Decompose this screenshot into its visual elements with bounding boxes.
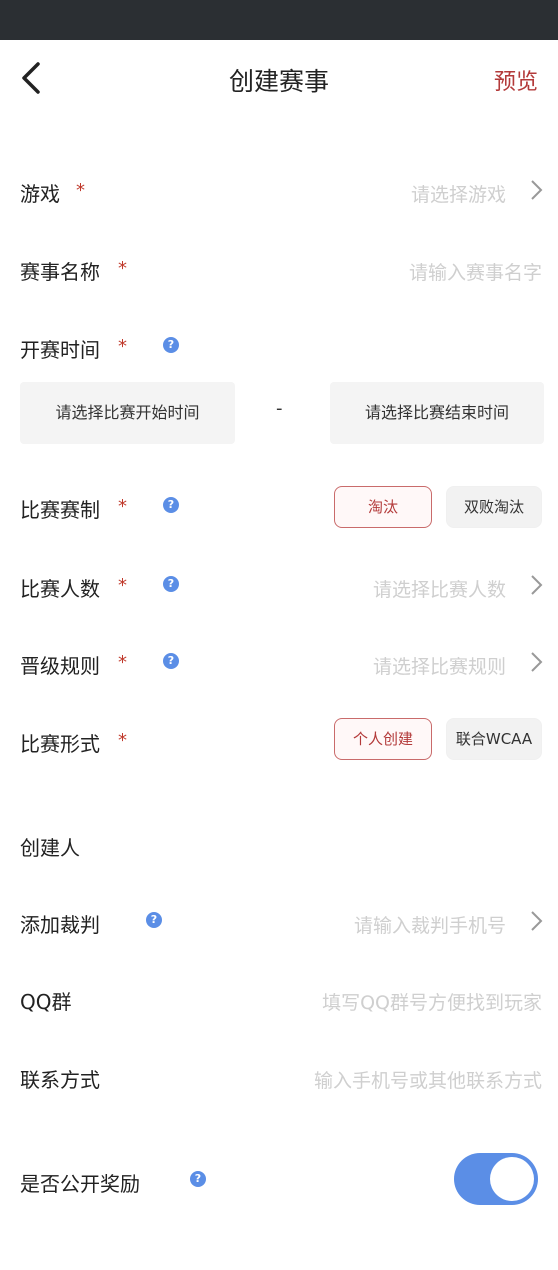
game-row[interactable]: 游戏 * 请选择游戏 [0,164,558,220]
required-star: * [118,258,127,279]
mode-label: 比赛形式 [20,732,100,756]
required-star: * [118,496,127,517]
contact-label: 联系方式 [20,1068,100,1092]
mode-option-personal[interactable]: 个人创建 [334,718,432,760]
advance-rule-select[interactable]: 请选择比赛规则 [373,652,506,679]
event-name-row: 赛事名称 * 请输入赛事名字 [0,242,558,298]
required-star: * [118,575,127,596]
qq-group-row: QQ群 填写QQ群号方便找到玩家 [0,972,558,1028]
advance-rule-label: 晋级规则 [20,654,100,678]
mode-option-wcaa[interactable]: 联合WCAA [446,718,542,760]
event-name-label: 赛事名称 [20,260,100,284]
public-reward-toggle[interactable] [454,1153,538,1205]
qq-group-label: QQ群 [20,990,72,1014]
required-star: * [76,180,85,201]
help-icon[interactable]: ? [163,337,179,353]
players-row[interactable]: 比赛人数 * ? 请选择比赛人数 [0,559,558,615]
game-select[interactable]: 请选择游戏 [411,180,506,207]
game-label: 游戏 [20,182,60,206]
referee-input[interactable]: 请输入裁判手机号 [354,911,506,938]
format-option-elimination[interactable]: 淘汰 [334,486,432,528]
players-label: 比赛人数 [20,577,100,601]
event-name-input[interactable]: 请输入赛事名字 [409,258,542,285]
chevron-right-icon [528,178,544,202]
preview-button[interactable]: 预览 [494,64,538,96]
qq-group-input[interactable]: 填写QQ群号方便找到玩家 [322,988,542,1015]
creator-row: 创建人 [0,818,558,874]
page-title: 创建赛事 [228,67,329,96]
format-option-double-elimination[interactable]: 双败淘汰 [446,486,542,528]
referee-row[interactable]: 添加裁判 ? 请输入裁判手机号 [0,895,558,951]
chevron-right-icon [528,909,544,933]
status-bar [0,0,558,40]
end-time-picker[interactable]: 请选择比赛结束时间 [330,382,544,444]
start-time-row: 开赛时间 * ? [0,320,558,376]
start-time-label: 开赛时间 [20,338,100,362]
help-icon[interactable]: ? [190,1171,206,1187]
toggle-knob [490,1157,534,1201]
contact-row: 联系方式 输入手机号或其他联系方式 [0,1050,558,1106]
help-icon[interactable]: ? [163,576,179,592]
creator-label: 创建人 [20,836,80,860]
referee-label: 添加裁判 [20,913,100,937]
advance-rule-row[interactable]: 晋级规则 * ? 请选择比赛规则 [0,636,558,692]
nav-bar: 创建赛事 预览 [0,40,558,120]
help-icon[interactable]: ? [146,912,162,928]
chevron-right-icon [528,573,544,597]
format-label: 比赛赛制 [20,498,100,522]
public-reward-label: 是否公开奖励 [20,1172,140,1196]
required-star: * [118,730,127,751]
start-time-picker[interactable]: 请选择比赛开始时间 [20,382,235,444]
help-icon[interactable]: ? [163,497,179,513]
help-icon[interactable]: ? [163,653,179,669]
contact-input[interactable]: 输入手机号或其他联系方式 [314,1066,542,1093]
required-star: * [118,652,127,673]
time-separator: - [276,398,283,419]
required-star: * [118,336,127,357]
players-select[interactable]: 请选择比赛人数 [373,575,506,602]
chevron-right-icon [528,650,544,674]
